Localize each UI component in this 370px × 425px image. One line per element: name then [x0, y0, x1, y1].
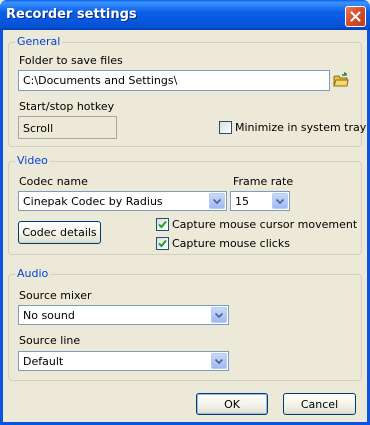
audio-legend: Audio: [15, 267, 51, 280]
chevron-down-icon[interactable]: [211, 307, 227, 323]
codec-details-button[interactable]: Codec details: [18, 221, 101, 244]
cancel-button[interactable]: Cancel: [283, 393, 356, 415]
capture-clicks-label[interactable]: Capture mouse clicks: [172, 237, 290, 250]
ok-button[interactable]: OK: [196, 393, 268, 415]
capture-clicks-checkbox[interactable]: [156, 237, 169, 250]
framerate-label: Frame rate: [233, 175, 294, 188]
check-icon: [158, 220, 167, 229]
source-mixer-label: Source mixer: [19, 289, 92, 302]
capture-cursor-checkbox[interactable]: [156, 218, 169, 231]
video-legend: Video: [15, 154, 50, 167]
title-bar[interactable]: Recorder settings: [0, 0, 370, 30]
minimize-checkbox[interactable]: [219, 121, 232, 134]
chevron-down-icon[interactable]: [272, 193, 288, 209]
hotkey-field[interactable]: Scroll: [18, 116, 117, 139]
close-icon: [350, 11, 361, 22]
check-icon: [158, 239, 167, 248]
chevron-down-icon[interactable]: [211, 353, 227, 369]
framerate-value: 15: [235, 195, 249, 208]
browse-folder-button[interactable]: [333, 72, 349, 88]
chevron-down-icon[interactable]: [209, 193, 225, 209]
folder-icon: [333, 72, 349, 87]
codec-select[interactable]: Cinepak Codec by Radius: [18, 191, 227, 211]
folder-field[interactable]: C:\Documents and Settings\: [18, 70, 330, 91]
source-line-label: Source line: [19, 334, 81, 347]
framerate-select[interactable]: 15: [230, 191, 290, 211]
hotkey-label: Start/stop hotkey: [19, 100, 115, 113]
close-button[interactable]: [345, 6, 366, 27]
source-line-select[interactable]: Default: [18, 351, 229, 371]
minimize-label[interactable]: Minimize in system tray: [235, 121, 366, 134]
codec-value: Cinepak Codec by Radius: [23, 195, 163, 208]
codec-label: Codec name: [19, 175, 88, 188]
general-legend: General: [15, 35, 63, 48]
capture-cursor-label[interactable]: Capture mouse cursor movement: [172, 218, 357, 231]
folder-label: Folder to save files: [19, 54, 123, 67]
window-title: Recorder settings: [6, 7, 137, 22]
source-mixer-value: No sound: [23, 309, 75, 322]
source-line-value: Default: [23, 355, 64, 368]
source-mixer-select[interactable]: No sound: [18, 305, 229, 325]
